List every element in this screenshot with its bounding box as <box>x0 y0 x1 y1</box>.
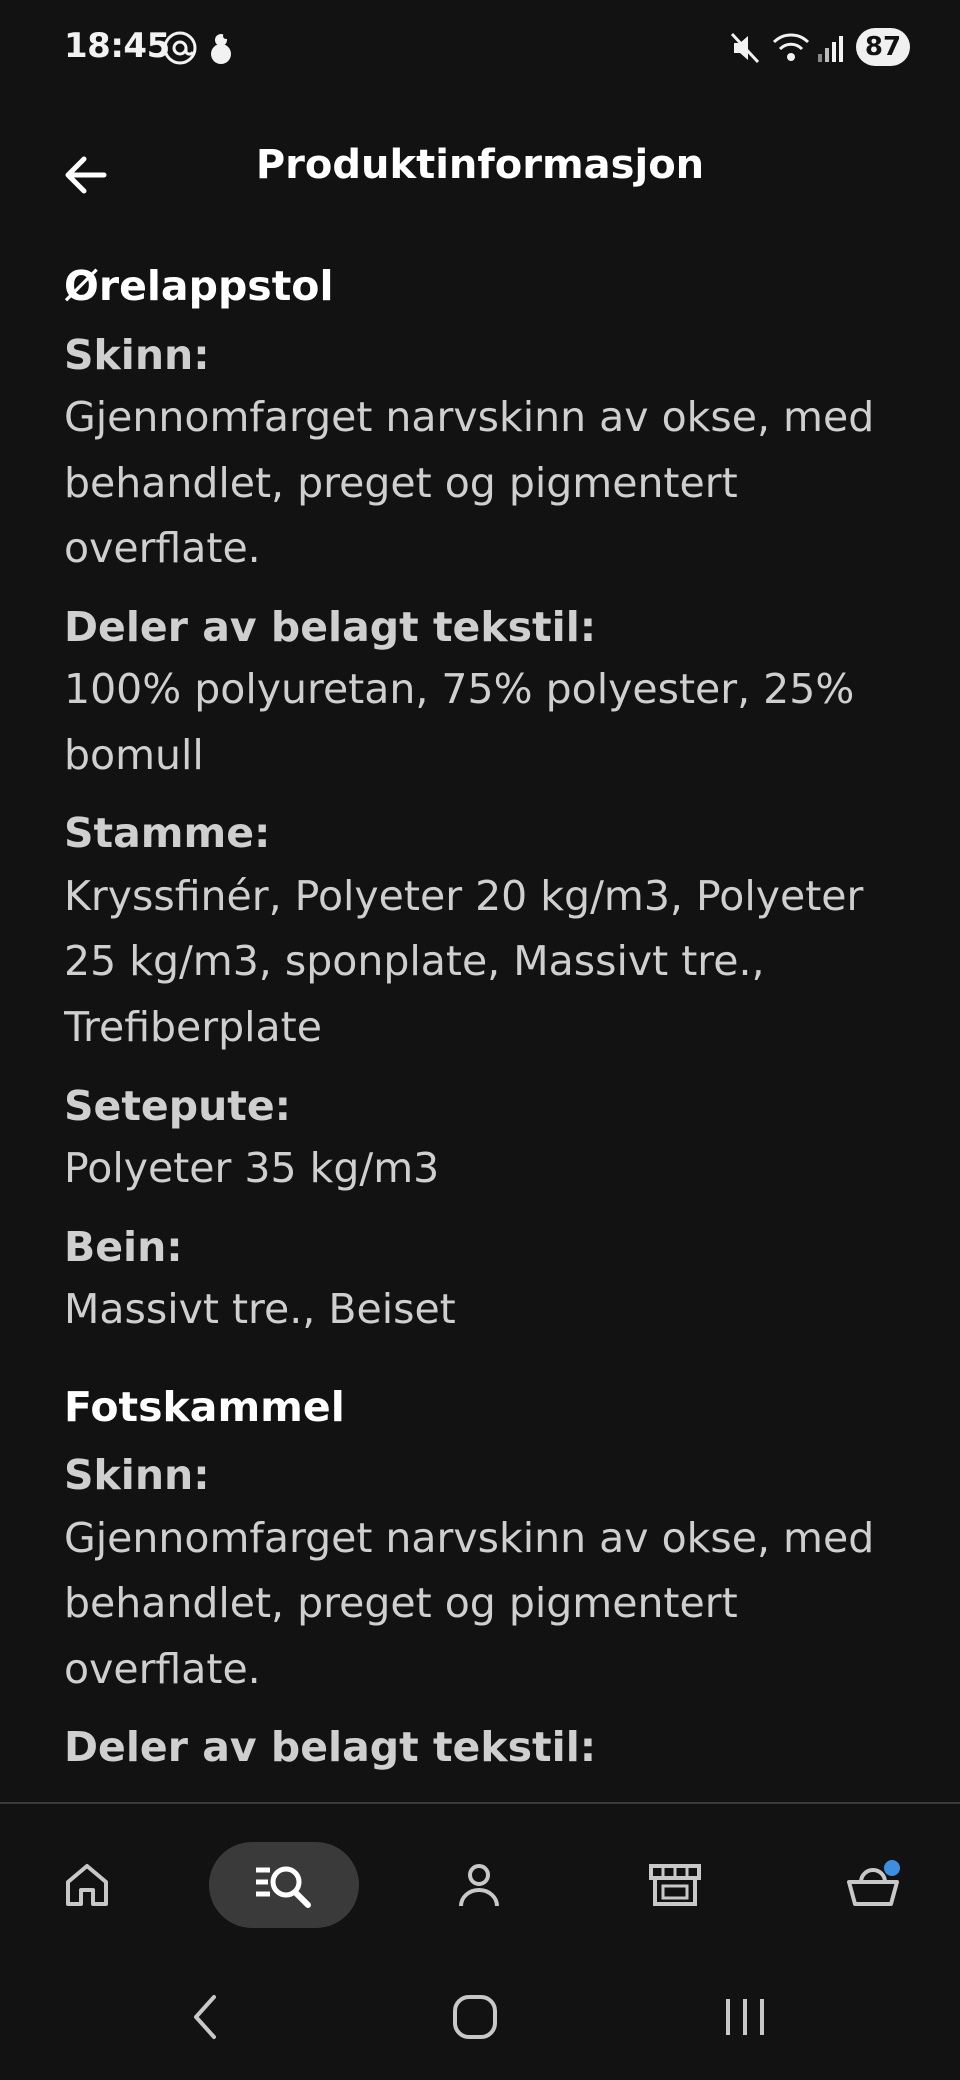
bottom-nav <box>0 1802 960 1954</box>
system-back-button[interactable] <box>160 1982 250 2052</box>
product-info-content[interactable]: Ørelappstol Skinn: Gjennomfarget narvski… <box>64 256 904 1802</box>
at-sign-icon <box>162 30 198 70</box>
section-title: Fotskammel <box>64 1382 345 1431</box>
item-label: Deler av belagt tekstil: <box>64 1723 597 1772</box>
app-header: Produktinformasjon <box>0 110 960 220</box>
wifi-icon <box>772 30 810 70</box>
nav-profile[interactable] <box>424 1842 534 1928</box>
item-label: Setepute: <box>64 1081 292 1130</box>
page-title: Produktinformasjon <box>255 142 705 188</box>
info-item: Skinn: Gjennomfarget narvskinn av okse, … <box>64 1446 904 1702</box>
notification-icon <box>206 30 236 70</box>
section-title: Ørelappstol <box>64 262 334 310</box>
profile-icon <box>459 1864 499 1907</box>
item-label: Deler av belagt tekstil: <box>64 602 597 651</box>
item-value: Gjennomfarget narvskinn av okse, med beh… <box>64 1513 875 1693</box>
item-label: Skinn: <box>64 1451 210 1500</box>
mute-icon <box>730 30 762 70</box>
info-item: Skinn: Gjennomfarget narvskinn av okse, … <box>64 326 904 582</box>
store-icon <box>649 1864 701 1906</box>
status-bar: 18:45 87 <box>0 0 960 96</box>
info-item: Deler av belagt tekstil: <box>64 1718 904 1777</box>
cart-badge <box>884 1860 900 1876</box>
nav-home[interactable] <box>32 1842 142 1928</box>
item-value: Kryssfinér, Polyeter 20 kg/m3, Polyeter … <box>64 871 864 1051</box>
recents-icon <box>726 1999 764 2035</box>
nav-store[interactable] <box>620 1842 730 1928</box>
home-icon <box>66 1864 108 1906</box>
system-nav <box>0 1952 960 2080</box>
signal-icon <box>816 30 846 70</box>
status-time: 18:45 <box>64 26 170 66</box>
item-value: Gjennomfarget narvskinn av okse, med beh… <box>64 392 875 573</box>
section-orelappstol: Ørelappstol Skinn: Gjennomfarget narvski… <box>64 256 904 1343</box>
info-item: Stamme: Kryssfinér, Polyeter 20 kg/m3, P… <box>64 804 904 1060</box>
info-item: Setepute: Polyeter 35 kg/m3 <box>64 1077 904 1202</box>
back-chevron-icon <box>194 1995 216 2039</box>
info-item: Deler av belagt tekstil: 100% polyuretan… <box>64 598 904 789</box>
search-list-icon <box>256 1866 311 1908</box>
nav-basket[interactable] <box>818 1842 928 1928</box>
item-label: Stamme: <box>64 809 271 858</box>
item-label: Skinn: <box>64 330 210 379</box>
item-value: Massivt tre., Beiset <box>64 1285 456 1334</box>
nav-search[interactable] <box>209 1842 359 1928</box>
item-value: Polyeter 35 kg/m3 <box>64 1144 440 1192</box>
home-circle-icon <box>453 1995 497 2039</box>
item-value: 100% polyuretan, 75% polyester, 25% bomu… <box>64 665 855 779</box>
battery-indicator: 87 <box>856 28 910 66</box>
section-fotskammel: Fotskammel Skinn: Gjennomfarget narvskin… <box>64 1377 904 1778</box>
system-recents-button[interactable] <box>700 1982 790 2052</box>
info-item: Bein: Massivt tre., Beiset <box>64 1218 904 1343</box>
item-label: Bein: <box>64 1222 183 1271</box>
system-home-button[interactable] <box>430 1982 520 2052</box>
